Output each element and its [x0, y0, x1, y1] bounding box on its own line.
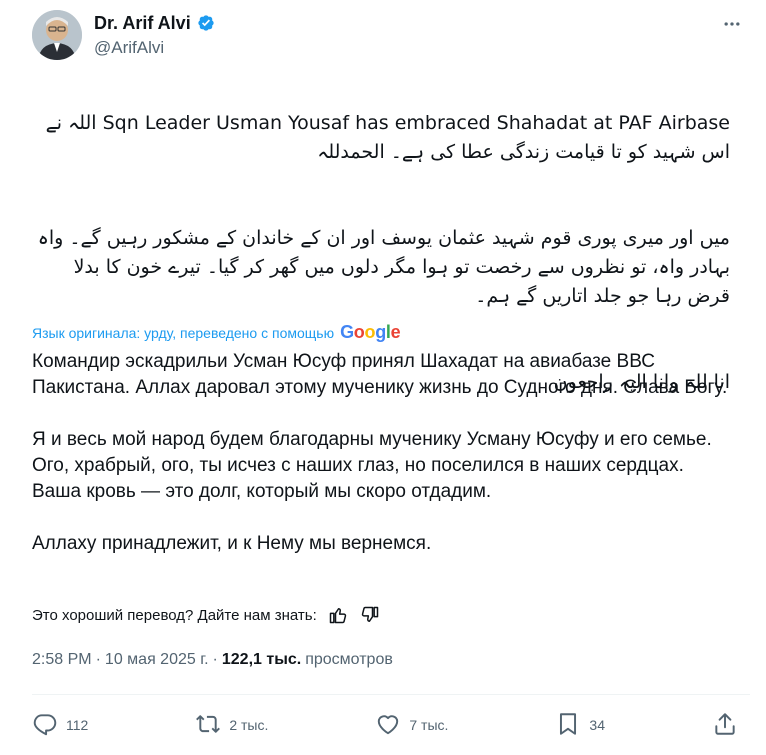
translated-paragraph-1: Командир эскадрильи Усман Юсуф принял Ша… [32, 351, 728, 398]
reply-icon [32, 711, 58, 740]
translated-paragraph-2: Я и весь мой народ будем благодарны муче… [32, 429, 712, 502]
share-button[interactable] [712, 711, 738, 740]
meta-separator: · [212, 651, 218, 668]
repost-button[interactable]: 2 тыс. [195, 711, 268, 740]
reply-count: 112 [66, 717, 89, 733]
more-icon[interactable] [718, 10, 746, 38]
translation-note-text: Язык оригинала: урду, переведено с помощ… [32, 324, 335, 341]
avatar-image [32, 10, 82, 60]
translated-paragraph-3: Аллаху принадлежит, и к Нему мы вернемся… [32, 533, 432, 554]
post-date[interactable]: 10 мая 2025 г. [105, 651, 209, 669]
bookmark-count: 34 [589, 717, 605, 733]
action-bar: 112 2 тыс. 7 тыс. 34 [32, 708, 738, 742]
urdu-paragraph-2: میں اور میری پوری قوم شہید عثمان یوسف او… [37, 227, 730, 307]
thumbs-up-icon[interactable] [327, 604, 349, 626]
share-icon [712, 711, 738, 740]
post-header: Dr. Arif Alvi @ArifAlvi [32, 8, 750, 64]
author-display-name[interactable]: Dr. Arif Alvi [94, 12, 191, 34]
post-translated-text: Командир эскадрильи Усман Юсуф принял Ша… [32, 349, 736, 583]
like-count: 7 тыс. [409, 717, 449, 733]
urdu-paragraph-1: Sqn Leader Usman Yousaf has embraced Sha… [45, 112, 730, 163]
meta-separator: · [95, 651, 101, 668]
google-logo: Google [340, 322, 401, 342]
author-names: Dr. Arif Alvi @ArifAlvi [94, 12, 216, 58]
verified-badge-icon[interactable] [196, 13, 216, 33]
divider [32, 694, 750, 695]
post-meta: 2:58 PM · 10 мая 2025 г. · 122,1 тыс. пр… [32, 651, 393, 669]
repost-count: 2 тыс. [229, 717, 269, 733]
post-time[interactable]: 2:58 PM [32, 651, 92, 669]
like-button[interactable]: 7 тыс. [375, 711, 448, 740]
translation-note[interactable]: Язык оригинала: урду, переведено с помощ… [32, 322, 401, 343]
thumbs-down-icon[interactable] [359, 604, 381, 626]
like-icon [375, 711, 401, 740]
repost-icon [195, 711, 221, 740]
avatar[interactable] [32, 10, 82, 60]
views-label: просмотров [305, 651, 393, 668]
views-count: 122,1 тыс. [221, 651, 302, 668]
reply-button[interactable]: 112 [32, 711, 88, 740]
author-handle[interactable]: @ArifAlvi [94, 38, 216, 58]
feedback-prompt: Это хороший перевод? Дайте нам знать: [32, 606, 317, 624]
translation-feedback: Это хороший перевод? Дайте нам знать: [32, 604, 381, 626]
bookmark-icon [555, 711, 581, 740]
bookmark-button[interactable]: 34 [555, 711, 605, 740]
